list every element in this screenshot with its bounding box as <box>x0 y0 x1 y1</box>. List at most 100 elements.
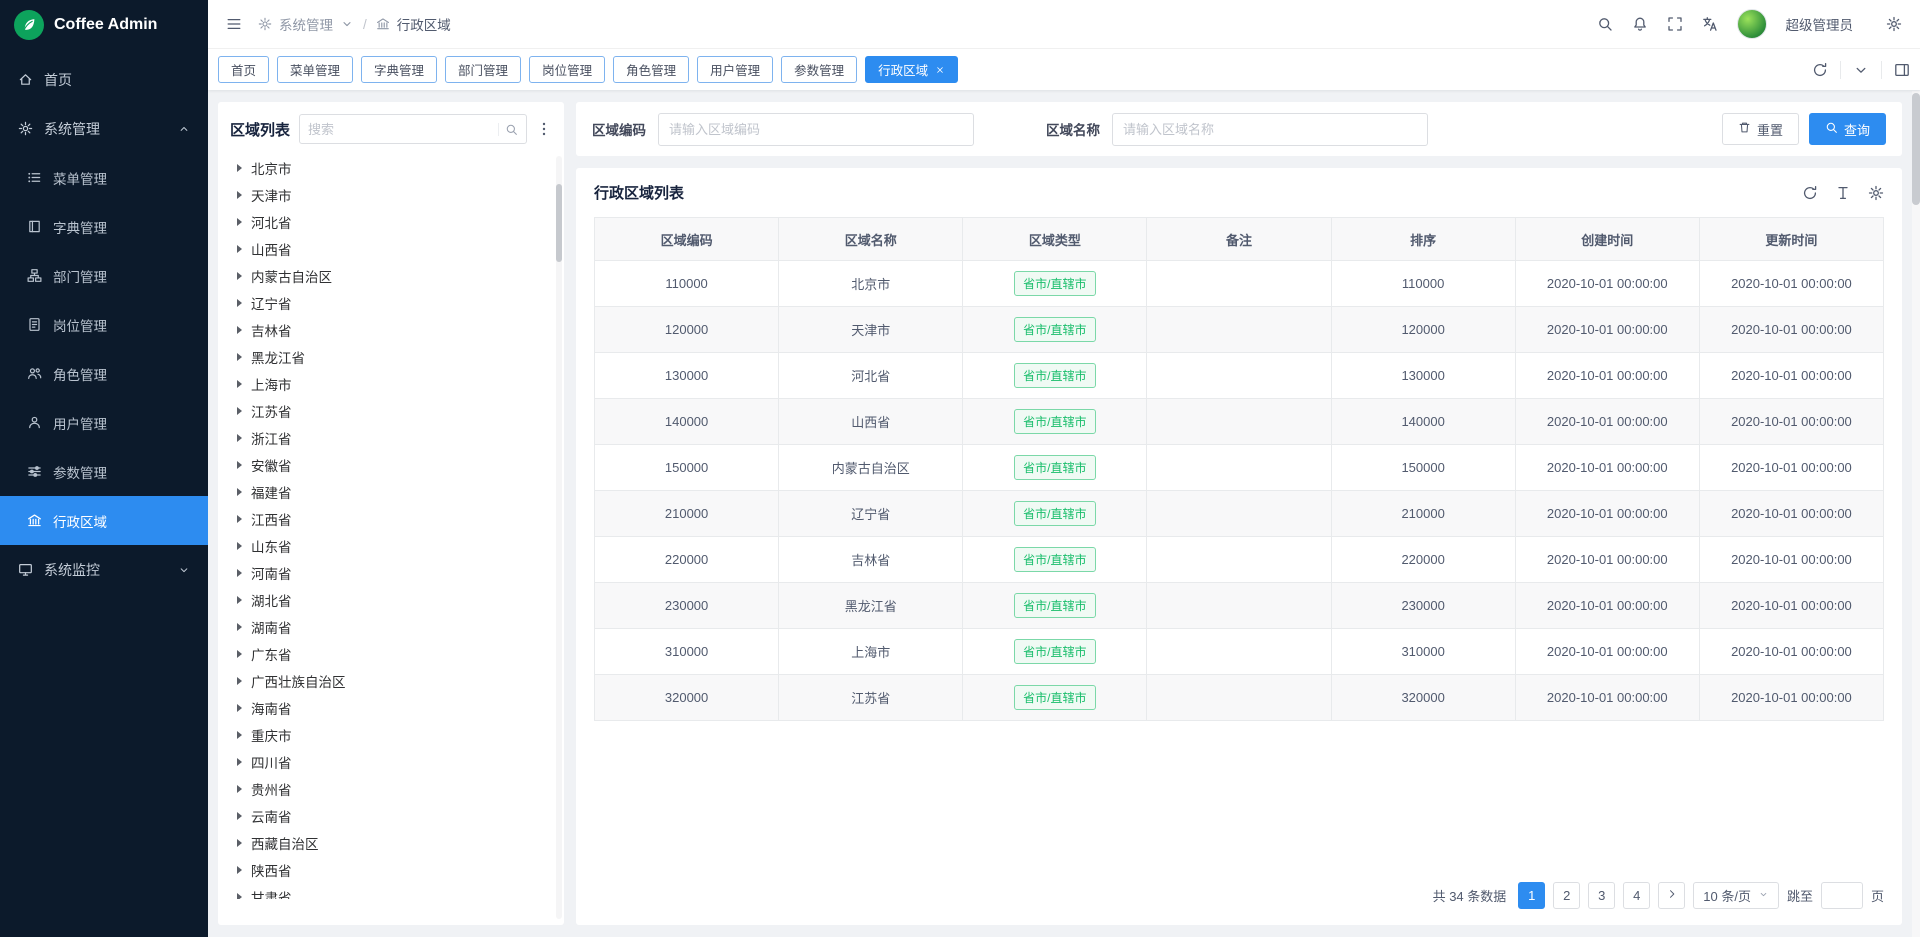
tree-scrollbar[interactable] <box>556 156 562 919</box>
tree-item[interactable]: 吉林省 <box>230 316 552 343</box>
search-icon[interactable] <box>498 123 518 136</box>
caret-right-icon[interactable] <box>237 353 242 361</box>
tree-item[interactable]: 云南省 <box>230 802 552 829</box>
sidebar-toggle-icon[interactable] <box>226 16 242 32</box>
caret-right-icon[interactable] <box>237 839 242 847</box>
scrollbar-thumb[interactable] <box>1912 93 1920 205</box>
region-name-input[interactable] <box>1112 113 1428 146</box>
tree-item[interactable]: 甘肃省 <box>230 883 552 899</box>
caret-right-icon[interactable] <box>237 218 242 226</box>
tab-item[interactable]: 菜单管理 <box>277 56 353 83</box>
text-width-icon[interactable] <box>1835 185 1851 201</box>
tree-item[interactable]: 黑龙江省 <box>230 343 552 370</box>
caret-right-icon[interactable] <box>237 488 242 496</box>
tree-item[interactable]: 四川省 <box>230 748 552 775</box>
page-scrollbar[interactable] <box>1912 91 1920 937</box>
tree-item[interactable]: 河北省 <box>230 208 552 235</box>
table-row[interactable]: 310000上海市省市/直辖市3100002020-10-01 00:00:00… <box>595 629 1884 675</box>
layout-icon[interactable] <box>1894 62 1910 78</box>
tab-item[interactable]: 参数管理 <box>781 56 857 83</box>
page-button[interactable]: 1 <box>1518 882 1545 909</box>
tree-item[interactable]: 陕西省 <box>230 856 552 883</box>
table-row[interactable]: 130000河北省省市/直辖市1300002020-10-01 00:00:00… <box>595 353 1884 399</box>
tab-item[interactable]: 字典管理 <box>361 56 437 83</box>
jump-page-input[interactable] <box>1821 882 1863 909</box>
close-icon[interactable] <box>935 65 945 75</box>
fullscreen-icon[interactable] <box>1667 16 1683 32</box>
tree-item[interactable]: 河南省 <box>230 559 552 586</box>
table-row[interactable]: 230000黑龙江省省市/直辖市2300002020-10-01 00:00:0… <box>595 583 1884 629</box>
caret-right-icon[interactable] <box>237 326 242 334</box>
caret-right-icon[interactable] <box>237 434 242 442</box>
caret-right-icon[interactable] <box>237 569 242 577</box>
tab-item[interactable]: 首页 <box>218 56 269 83</box>
scrollbar-thumb[interactable] <box>556 184 562 262</box>
page-button[interactable]: 4 <box>1623 882 1650 909</box>
tree-item[interactable]: 贵州省 <box>230 775 552 802</box>
caret-right-icon[interactable] <box>237 272 242 280</box>
caret-right-icon[interactable] <box>237 677 242 685</box>
bell-icon[interactable] <box>1632 16 1648 32</box>
caret-right-icon[interactable] <box>237 704 242 712</box>
caret-right-icon[interactable] <box>237 758 242 766</box>
sidebar-item-org[interactable]: 部门管理 <box>0 251 208 300</box>
caret-right-icon[interactable] <box>237 893 242 900</box>
tree-item[interactable]: 西藏自治区 <box>230 829 552 856</box>
caret-right-icon[interactable] <box>237 380 242 388</box>
table-row[interactable]: 110000北京市省市/直辖市1100002020-10-01 00:00:00… <box>595 261 1884 307</box>
page-button[interactable]: 3 <box>1588 882 1615 909</box>
sidebar-item-monitor[interactable]: 系统监控 <box>0 545 208 594</box>
sidebar-item-people[interactable]: 角色管理 <box>0 349 208 398</box>
refresh-icon[interactable] <box>1802 185 1818 201</box>
caret-right-icon[interactable] <box>237 461 242 469</box>
caret-right-icon[interactable] <box>237 812 242 820</box>
tab-item[interactable]: 行政区域 <box>865 56 958 83</box>
tab-item[interactable]: 岗位管理 <box>529 56 605 83</box>
tab-item[interactable]: 用户管理 <box>697 56 773 83</box>
caret-right-icon[interactable] <box>237 650 242 658</box>
tree-search-input[interactable] <box>308 122 498 137</box>
tree-item[interactable]: 北京市 <box>230 154 552 181</box>
more-options-icon[interactable] <box>536 121 552 137</box>
tree-item[interactable]: 湖北省 <box>230 586 552 613</box>
table-row[interactable]: 220000吉林省省市/直辖市2200002020-10-01 00:00:00… <box>595 537 1884 583</box>
sidebar-item-bank[interactable]: 行政区域 <box>0 496 208 545</box>
page-button[interactable]: 2 <box>1553 882 1580 909</box>
tree-item[interactable]: 辽宁省 <box>230 289 552 316</box>
table-row[interactable]: 210000辽宁省省市/直辖市2100002020-10-01 00:00:00… <box>595 491 1884 537</box>
avatar[interactable] <box>1737 9 1767 39</box>
tree-item[interactable]: 福建省 <box>230 478 552 505</box>
sidebar-item-user[interactable]: 用户管理 <box>0 398 208 447</box>
caret-right-icon[interactable] <box>237 542 242 550</box>
tree-item[interactable]: 广东省 <box>230 640 552 667</box>
column-settings-gear-icon[interactable] <box>1868 185 1884 201</box>
tab-item[interactable]: 部门管理 <box>445 56 521 83</box>
settings-gear-icon[interactable] <box>1886 16 1902 32</box>
caret-right-icon[interactable] <box>237 407 242 415</box>
tree-item[interactable]: 安徽省 <box>230 451 552 478</box>
search-icon[interactable] <box>1597 16 1613 32</box>
translate-icon[interactable] <box>1702 16 1718 32</box>
tree-item[interactable]: 山西省 <box>230 235 552 262</box>
caret-right-icon[interactable] <box>237 731 242 739</box>
sidebar-item-sliders[interactable]: 参数管理 <box>0 447 208 496</box>
caret-right-icon[interactable] <box>237 623 242 631</box>
caret-right-icon[interactable] <box>237 515 242 523</box>
sidebar-item-home[interactable]: 首页 <box>0 55 208 104</box>
tree-item[interactable]: 湖南省 <box>230 613 552 640</box>
sidebar-item-system[interactable]: 系统管理 <box>0 104 208 153</box>
sidebar-item-list[interactable]: 菜单管理 <box>0 153 208 202</box>
table-row[interactable]: 140000山西省省市/直辖市1400002020-10-01 00:00:00… <box>595 399 1884 445</box>
table-row[interactable]: 120000天津市省市/直辖市1200002020-10-01 00:00:00… <box>595 307 1884 353</box>
caret-right-icon[interactable] <box>237 299 242 307</box>
caret-right-icon[interactable] <box>237 191 242 199</box>
table-row[interactable]: 320000江苏省省市/直辖市3200002020-10-01 00:00:00… <box>595 675 1884 721</box>
tree-item[interactable]: 山东省 <box>230 532 552 559</box>
tree-item[interactable]: 江西省 <box>230 505 552 532</box>
tree-item[interactable]: 浙江省 <box>230 424 552 451</box>
caret-right-icon[interactable] <box>237 164 242 172</box>
logo[interactable]: Coffee Admin <box>0 0 208 49</box>
region-code-input[interactable] <box>658 113 974 146</box>
reset-button[interactable]: 重置 <box>1722 113 1799 145</box>
page-size-select[interactable]: 10 条/页 <box>1693 882 1779 909</box>
